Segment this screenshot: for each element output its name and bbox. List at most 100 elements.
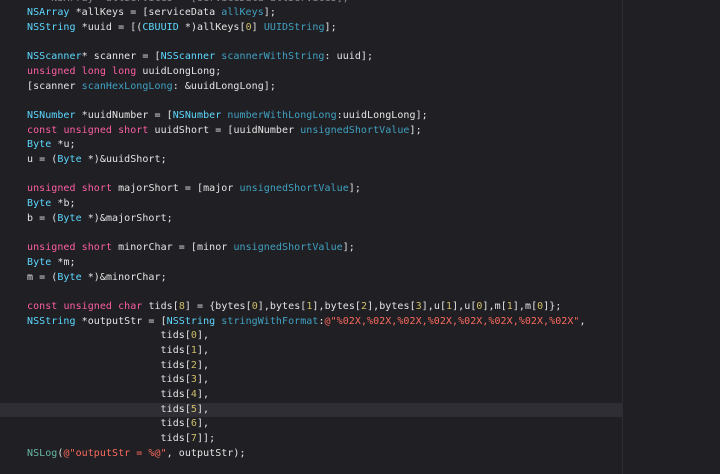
code-token-type: Byte <box>57 271 82 283</box>
code-token-type: NSString <box>27 315 76 327</box>
code-editor[interactable]: NSArray *allServices = [serviceData allS… <box>0 0 720 474</box>
code-line[interactable] <box>0 94 720 109</box>
code-token-keyword: unsigned <box>27 65 76 77</box>
code-token-keyword: unsigned <box>63 124 113 136</box>
code-token-keyword: unsigned <box>27 183 76 195</box>
code-token-plain: ]; <box>342 242 355 254</box>
code-token-plain: *)allKeys[ <box>178 21 246 33</box>
code-token-plain: *u; <box>51 139 76 151</box>
code-token-type: NSNumber <box>27 110 76 121</box>
code-token-keyword: char <box>118 300 143 312</box>
code-line-current[interactable]: tids[5], <box>0 402 720 418</box>
code-line[interactable]: b = (Byte *)&majorShort; <box>0 212 720 227</box>
code-token-plain: tids[ <box>27 403 191 415</box>
code-token-method: scanHexLongLong <box>81 80 173 92</box>
code-token-plain: tids[ <box>27 345 191 356</box>
code-line[interactable]: tids[1], <box>0 344 720 359</box>
code-line[interactable] <box>0 36 720 51</box>
code-line[interactable]: const unsigned short uuidShort = [uuidNu… <box>0 124 720 139</box>
code-token-plain: :uuidLongLong]; <box>336 110 428 121</box>
code-token-plain: majorShort = [major <box>112 183 240 195</box>
code-token-type: NSNumber <box>172 110 222 121</box>
minimap-panel[interactable] <box>623 0 720 474</box>
code-token-keyword: short <box>118 124 149 136</box>
code-line[interactable]: const unsigned char tids[8] = {bytes[0],… <box>0 300 720 315</box>
code-token-method2: NSLog <box>27 447 58 459</box>
code-token-plain: minorChar = [minor <box>112 242 234 254</box>
code-token-plain: *outputStr = [ <box>75 315 167 327</box>
code-token-plain: *)&majorShort; <box>81 212 173 224</box>
code-line[interactable]: tids[7]]; <box>0 432 720 447</box>
code-token-plain: *m; <box>51 256 76 268</box>
code-token-type: Byte <box>27 198 52 210</box>
code-token-method: stringWithFormat <box>221 315 319 327</box>
code-token-keyword: short <box>81 242 113 254</box>
code-token-plain: ]; <box>409 124 422 136</box>
code-token-plain: : uuid]; <box>324 51 374 63</box>
code-token-plain: ],m[ <box>512 300 538 312</box>
code-token-plain: tids[ <box>27 359 191 371</box>
code-line[interactable]: u = (Byte *)&uuidShort; <box>0 153 720 168</box>
code-token-keyword: unsigned <box>63 300 113 312</box>
code-line[interactable]: [scanner scanHexLongLong: &uuidLongLong]… <box>0 80 720 95</box>
code-line[interactable]: m = (Byte *)&minorChar; <box>0 271 720 286</box>
code-token-plain: ], <box>196 359 210 371</box>
code-token-plain: ],u[ <box>452 300 477 312</box>
code-token-type: Byte <box>27 256 52 268</box>
code-line[interactable]: Byte *m; <box>0 256 720 271</box>
code-token-plain: u = ( <box>27 154 58 166</box>
code-token-keyword: const <box>27 124 58 136</box>
code-token-plain: * scanner = [ <box>81 51 161 63</box>
code-token-type: NSScanner <box>27 51 82 63</box>
code-token-plain: ], <box>196 330 210 342</box>
code-token-method: UUIDString <box>263 21 325 33</box>
code-token-plain: ],bytes[ <box>367 300 416 312</box>
code-token-method: numberWithLongLong <box>227 110 337 121</box>
code-token-type: Byte <box>57 154 82 166</box>
code-token-string: @"%02X,%02X,%02X,%02X,%02X,%02X,%02X,%02… <box>324 315 580 327</box>
code-token-keyword: long <box>112 65 137 77</box>
code-token-plain: *)&uuidShort; <box>81 154 167 166</box>
code-line[interactable]: unsigned short minorChar = [minor unsign… <box>0 241 720 256</box>
code-line[interactable]: unsigned short majorShort = [major unsig… <box>0 182 720 197</box>
code-line[interactable]: NSNumber *uuidNumber = [NSNumber numberW… <box>0 109 720 124</box>
code-line[interactable] <box>0 168 720 183</box>
code-token-type: CBUUID <box>142 21 179 33</box>
code-line[interactable] <box>0 285 720 300</box>
code-token-plain: m = ( <box>27 271 58 283</box>
code-line[interactable]: Byte *b; <box>0 197 720 212</box>
code-line[interactable]: NSString *outputStr = [NSString stringWi… <box>0 315 720 330</box>
code-line[interactable]: tids[6], <box>0 417 720 432</box>
code-token-plain: ],u[ <box>421 300 447 312</box>
code-token-plain: ], <box>196 374 210 386</box>
code-line[interactable]: NSArray *allKeys = [serviceData allKeys]… <box>0 6 720 21</box>
code-token-plain: ],bytes[ <box>257 300 307 312</box>
code-line[interactable]: tids[4], <box>0 388 720 403</box>
code-line[interactable]: NSLog(@"outputStr = %@", outputStr); <box>0 447 720 462</box>
code-token-plain: ] <box>251 21 264 33</box>
code-line[interactable]: tids[2], <box>0 359 720 374</box>
code-token-plain: *uuid = [( <box>75 21 143 33</box>
code-line[interactable] <box>0 227 720 242</box>
code-token-plain: ]; <box>324 21 337 33</box>
code-token-plain: tids[ <box>27 418 191 430</box>
code-token-plain: tids[ <box>27 330 191 342</box>
code-token-plain: *uuidNumber = [ <box>75 110 173 121</box>
code-token-plain: ],bytes[ <box>312 300 361 312</box>
code-token-keyword: short <box>81 183 113 195</box>
code-line[interactable]: tids[3], <box>0 373 720 388</box>
code-line[interactable]: tids[0], <box>0 329 720 344</box>
code-line[interactable]: unsigned long long uuidLongLong; <box>0 65 720 80</box>
code-token-method: unsignedShortValue <box>239 183 349 195</box>
code-lines[interactable]: NSArray *allServices = [serviceData allS… <box>0 0 720 462</box>
code-line[interactable]: NSScanner* scanner = [NSScanner scannerW… <box>0 50 720 65</box>
code-token-type: NSString <box>27 21 76 33</box>
code-line[interactable]: Byte *u; <box>0 138 720 153</box>
code-line[interactable]: NSString *uuid = [(CBUUID *)allKeys[0] U… <box>0 21 720 36</box>
code-token-plain: ]; <box>348 183 361 195</box>
code-token-type: NSScanner <box>160 51 216 63</box>
code-token-plain: ]}; <box>543 300 562 312</box>
code-token-plain: ], <box>196 403 210 415</box>
code-token-method: allKeys <box>221 7 264 19</box>
code-token-plain: uuidLongLong; <box>136 65 222 77</box>
